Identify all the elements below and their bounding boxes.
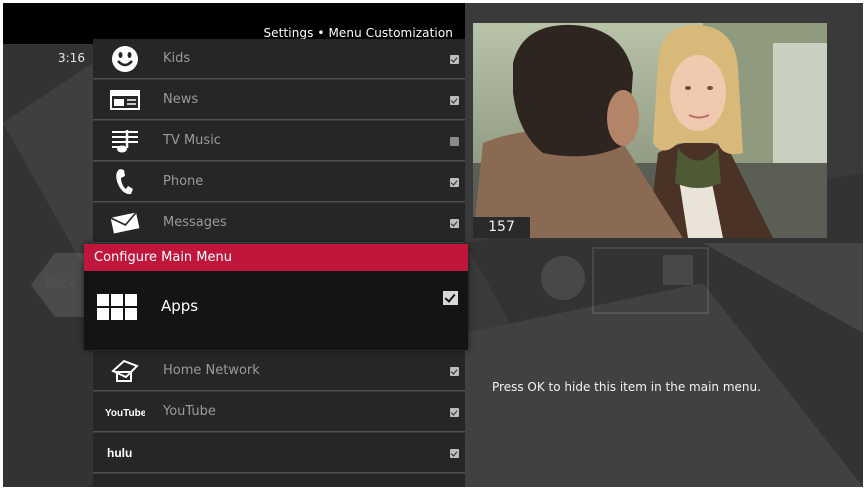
menu-item-news[interactable]: News <box>93 80 465 120</box>
svg-text:hulu: hulu <box>107 446 132 460</box>
visibility-checkbox[interactable] <box>450 449 459 458</box>
panel-header: Configure Main Menu <box>84 244 468 271</box>
menu-item-label: Messages <box>163 215 227 230</box>
menu-item-phone[interactable]: Phone <box>93 162 465 202</box>
clock: 3:16 <box>58 51 85 65</box>
page-title: Settings • Menu Customization <box>263 26 453 40</box>
menu-item-partial[interactable] <box>93 474 465 487</box>
menu-item-tv-music[interactable]: TV Music <box>93 121 465 161</box>
newspaper-icon <box>107 85 143 115</box>
home-network-icon <box>107 356 143 386</box>
menu-item-label: Home Network <box>163 363 260 378</box>
menu-item-youtube[interactable]: YouTube YouTube <box>93 392 465 432</box>
menu-item-label: News <box>163 92 199 107</box>
help-text: Press OK to hide this item in the main m… <box>492 380 761 394</box>
envelope-icon <box>107 208 143 238</box>
visibility-checkbox[interactable] <box>450 96 459 105</box>
selected-item-label: Apps <box>161 297 199 315</box>
visibility-checkbox[interactable] <box>450 137 459 146</box>
menu-item-messages[interactable]: Messages <box>93 203 465 243</box>
visibility-checkbox[interactable] <box>450 219 459 228</box>
visibility-checkbox[interactable] <box>450 408 459 417</box>
smiley-face-icon <box>107 44 143 74</box>
visibility-checkbox[interactable] <box>450 367 459 376</box>
youtube-logo-icon: YouTube <box>105 397 145 427</box>
phone-handset-icon <box>107 167 143 197</box>
video-frame-image <box>473 23 827 238</box>
menu-item-label: YouTube <box>163 404 216 419</box>
header-bar: Settings • Menu Customization <box>3 3 465 44</box>
visibility-checkbox[interactable] <box>450 178 459 187</box>
menu-item-label: Kids <box>163 51 191 66</box>
menu-item-home-network[interactable]: Home Network <box>93 351 465 391</box>
svg-text:YouTube: YouTube <box>105 408 145 419</box>
menu-item-label: Phone <box>163 174 204 189</box>
apps-grid-icon <box>97 294 137 320</box>
menu-item-hulu[interactable]: hulu <box>93 433 465 473</box>
ghost-menu-tiles <box>541 247 709 314</box>
back-label: Back <box>45 276 77 291</box>
menu-item-kids[interactable]: Kids <box>93 39 465 79</box>
video-preview: 157 <box>473 23 827 238</box>
visibility-checkbox[interactable] <box>450 55 459 64</box>
panel-title: Configure Main Menu <box>94 250 232 265</box>
menu-item-label: TV Music <box>163 133 221 148</box>
hulu-logo-icon: hulu <box>105 438 145 468</box>
apps-visibility-checkbox[interactable] <box>443 291 458 305</box>
channel-number-badge: 157 <box>473 217 530 238</box>
music-note-icon <box>107 126 143 156</box>
configure-main-menu-panel[interactable]: Configure Main Menu Apps <box>84 244 468 350</box>
tv-screen: Settings • Menu Customization 3:16 Back … <box>3 3 863 487</box>
